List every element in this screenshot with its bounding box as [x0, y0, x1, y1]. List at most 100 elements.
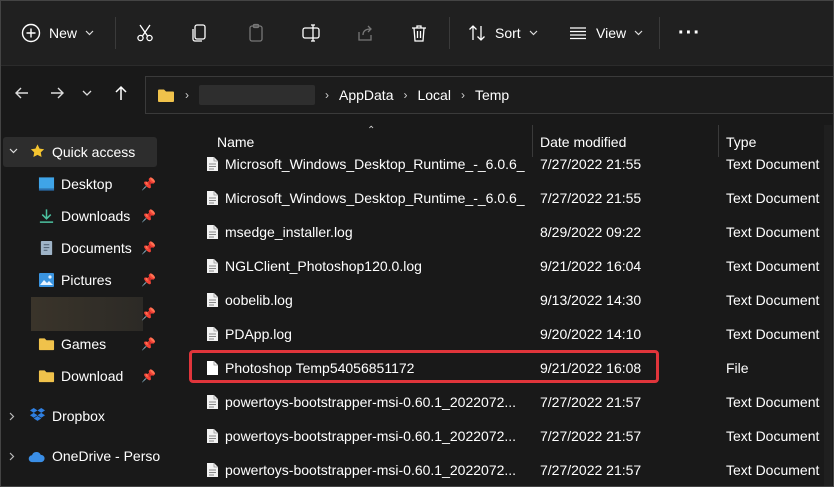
- file-date-modified: 7/27/2022 21:57: [540, 462, 642, 478]
- file-row[interactable]: Microsoft_Windows_Desktop_Runtime_-_6.0.…: [181, 148, 833, 182]
- share-button[interactable]: [355, 15, 375, 51]
- breadcrumb-appdata[interactable]: AppData: [339, 87, 393, 103]
- file-type: Text Document: [726, 156, 820, 172]
- onedrive-label: OneDrive - Perso: [52, 448, 161, 464]
- redacted-sidebar-item: [31, 297, 143, 331]
- toolbar-separator: [659, 17, 660, 49]
- file-date-modified: 7/27/2022 21:57: [540, 428, 642, 444]
- plus-circle-icon: [21, 23, 41, 43]
- file-row[interactable]: PDApp.log 9/20/2022 14:10 Text Document: [181, 318, 833, 352]
- folder-icon: [38, 370, 55, 383]
- back-arrow-icon[interactable]: [14, 85, 30, 101]
- file-name: powertoys-bootstrapper-msi-0.60.1_202207…: [225, 462, 517, 478]
- share-icon: [358, 25, 372, 41]
- scissors-icon: [137, 24, 153, 42]
- new-button[interactable]: New: [21, 15, 94, 51]
- file-name: NGLClient_Photoshop120.0.log: [225, 258, 422, 274]
- command-bar: New Sort View ···: [1, 1, 833, 66]
- file-name: oobelib.log: [225, 292, 293, 308]
- view-lines-icon: [570, 27, 586, 40]
- new-label: New: [49, 25, 78, 41]
- text-document-icon: [206, 326, 219, 345]
- address-bar[interactable]: › › AppData › Local › Temp: [145, 76, 833, 114]
- sidebar-item-label: Pictures: [61, 272, 112, 288]
- file-row[interactable]: powertoys-bootstrapper-msi-0.60.1_202207…: [181, 386, 833, 420]
- file-date-modified: 8/29/2022 09:22: [540, 224, 642, 240]
- sidebar-item-label: Games: [61, 336, 107, 352]
- file-row[interactable]: msedge_installer.log 8/29/2022 09:22 Text …: [181, 216, 833, 250]
- delete-button[interactable]: [409, 15, 429, 51]
- download-arrow-icon: [39, 209, 54, 223]
- pin-icon: 📌: [141, 337, 156, 351]
- redacted-path-segment: [199, 85, 315, 105]
- file-row[interactable]: oobelib.log 9/13/2022 14:30 Text Document: [181, 284, 833, 318]
- pin-icon: 📌: [141, 241, 156, 255]
- pin-icon: 📌: [141, 307, 156, 321]
- sidebar-item-label: Downloads: [61, 208, 131, 224]
- file-name: powertoys-bootstrapper-msi-0.60.1_202207…: [225, 428, 517, 444]
- breadcrumb-chevron-icon: ›: [403, 88, 408, 102]
- file-type: Text Document: [726, 258, 820, 274]
- paste-icon: [249, 23, 263, 42]
- file-row[interactable]: Microsoft_Windows_Desktop_Runtime_-_6.0.…: [181, 182, 833, 216]
- sidebar-item-label: Desktop: [61, 176, 113, 192]
- copy-icon: [192, 24, 206, 42]
- breadcrumb-local[interactable]: Local: [417, 87, 450, 103]
- chevron-right-icon: [9, 412, 15, 421]
- file-type: Text Document: [726, 394, 820, 410]
- file-date-modified: 7/27/2022 21:55: [540, 190, 642, 206]
- sidebar-item-desktop[interactable]: Desktop 📌: [1, 169, 179, 199]
- documents-icon: [40, 240, 53, 256]
- sidebar-item-downloads[interactable]: Downloads 📌: [1, 201, 179, 231]
- sort-button[interactable]: Sort: [467, 15, 538, 51]
- folder-icon: [38, 338, 55, 351]
- folder-icon: [158, 89, 174, 102]
- sidebar-item-dropbox[interactable]: Dropbox: [1, 401, 179, 431]
- sidebar-item-games[interactable]: Games 📌: [1, 329, 179, 359]
- file-type: File: [726, 360, 749, 376]
- view-button[interactable]: View: [568, 15, 643, 51]
- navigation-pane: Quick access Desktop 📌 Downloads 📌 Docum…: [1, 125, 179, 486]
- vertical-scrollbar[interactable]: [824, 125, 832, 486]
- sidebar-item-quick-access[interactable]: Quick access: [3, 137, 157, 167]
- file-row[interactable]: powertoys-bootstrapper-msi-0.60.1_202207…: [181, 420, 833, 454]
- file-date-modified: 7/27/2022 21:55: [540, 156, 642, 172]
- sort-label: Sort: [495, 25, 521, 41]
- up-arrow-icon[interactable]: [113, 85, 129, 101]
- forward-arrow-icon[interactable]: [49, 85, 65, 101]
- recent-locations-chevron-icon[interactable]: [82, 90, 92, 97]
- text-document-icon: [206, 190, 219, 209]
- file-type: Text Document: [726, 462, 820, 478]
- file-list: ⌃ Name Date modified Type Microsoft_Wind…: [181, 125, 833, 486]
- file-name: powertoys-bootstrapper-msi-0.60.1_202207…: [225, 394, 517, 410]
- copy-button[interactable]: [190, 15, 210, 51]
- paste-button[interactable]: [246, 15, 266, 51]
- dropbox-label: Dropbox: [52, 408, 105, 424]
- file-type: Text Document: [726, 292, 820, 308]
- sidebar-item-label: Documents: [61, 240, 132, 256]
- pictures-icon: [39, 273, 54, 287]
- sidebar-item-onedrive[interactable]: OneDrive - Perso: [1, 441, 179, 471]
- toolbar-separator: [449, 17, 450, 49]
- file-row[interactable]: powertoys-bootstrapper-msi-0.60.1_202207…: [181, 454, 833, 486]
- breadcrumb-chevron-icon: ›: [325, 88, 329, 102]
- text-document-icon: [206, 224, 219, 243]
- sidebar-item-pictures[interactable]: Pictures 📌: [1, 265, 179, 295]
- sidebar-item-download[interactable]: Download 📌: [1, 361, 179, 391]
- sidebar-item-documents[interactable]: Documents 📌: [1, 233, 179, 263]
- breadcrumb-chevron-icon: ›: [460, 88, 465, 102]
- onedrive-cloud-icon: [28, 452, 45, 463]
- chevron-down-icon: [9, 148, 18, 154]
- more-dots-icon: ···: [678, 21, 701, 44]
- breadcrumb-temp[interactable]: Temp: [475, 87, 509, 103]
- file-date-modified: 9/13/2022 14:30: [540, 292, 642, 308]
- desktop-icon: [38, 177, 55, 191]
- chevron-down-icon: [634, 30, 643, 36]
- more-options-button[interactable]: ···: [678, 15, 701, 51]
- cut-button[interactable]: [135, 15, 155, 51]
- file-row[interactable]: NGLClient_Photoshop120.0.log 9/21/2022 16…: [181, 250, 833, 284]
- chevron-down-icon: [85, 30, 94, 36]
- rename-button[interactable]: [301, 15, 321, 51]
- sort-ascending-icon: ⌃: [367, 125, 376, 136]
- trash-icon: [412, 25, 426, 42]
